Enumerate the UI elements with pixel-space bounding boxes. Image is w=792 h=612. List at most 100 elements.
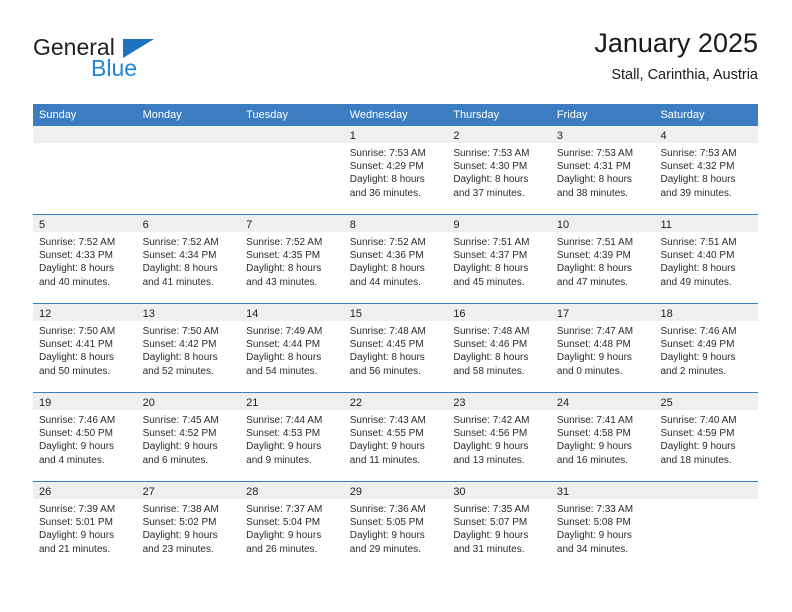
calendar-day-cell[interactable]: 15 Sunrise: 7:48 AM Sunset: 4:45 PM Dayligh… — [343, 304, 448, 392]
daylight-text-line2: and 45 minutes. — [453, 276, 525, 288]
daylight-text-line1: Daylight: 8 hours — [246, 352, 322, 364]
sunrise-text: Sunrise: 7:43 AM — [349, 415, 426, 426]
calendar-day-cell[interactable]: 4 Sunrise: 7:53 AM Sunset: 4:32 PM Daylight… — [654, 126, 759, 214]
sunset-text: Sunset: 4:49 PM — [660, 339, 735, 351]
sunrise-text: Sunrise: 7:33 AM — [556, 504, 634, 515]
day-number: 27 — [142, 486, 155, 498]
calendar-day-cell[interactable]: 1 Sunrise: 7:53 AM Sunset: 4:29 PM Daylight… — [343, 126, 448, 214]
day-number: 8 — [349, 219, 356, 231]
calendar-week-row: 5 Sunrise: 7:52 AM Sunset: 4:33 PM Daylight… — [33, 214, 759, 303]
calendar-day-cell[interactable]: 17 Sunrise: 7:47 AM Sunset: 4:48 PM Dayligh… — [550, 304, 655, 392]
calendar-day-cell[interactable]: 5 Sunrise: 7:52 AM Sunset: 4:33 PM Daylight… — [33, 215, 137, 303]
calendar-day-cell[interactable]: 12 Sunrise: 7:50 AM Sunset: 4:41 PM Dayligh… — [33, 304, 137, 392]
calendar-day-cell[interactable]: 9 Sunrise: 7:51 AM Sunset: 4:37 PM Daylight… — [447, 215, 551, 303]
daylight-text-line1: Daylight: 8 hours — [246, 263, 322, 275]
calendar-day-cell[interactable]: 20 Sunrise: 7:45 AM Sunset: 4:52 PM Dayligh… — [136, 393, 241, 481]
day-number: 10 — [556, 219, 570, 231]
calendar-day-cell[interactable]: 19 Sunrise: 7:46 AM Sunset: 4:50 PM Dayligh… — [33, 393, 137, 481]
day-details: Sunrise: 7:46 AM Sunset: 4:50 PM Daylight:… — [33, 410, 137, 467]
calendar-day-cell[interactable]: 7 Sunrise: 7:52 AM Sunset: 4:35 PM Daylight… — [240, 215, 344, 303]
day-number: 28 — [246, 486, 259, 498]
page-header: General Blue January 2025 Stall, Carinth… — [33, 26, 758, 98]
sunset-text: Sunset: 4:35 PM — [246, 250, 321, 262]
daylight-text-line2: and 16 minutes. — [556, 454, 629, 466]
generalblue-logo[interactable]: General Blue — [33, 34, 253, 90]
sunset-text: Sunset: 5:07 PM — [453, 517, 528, 529]
calendar-day-cell[interactable]: 27 Sunrise: 7:38 AM Sunset: 5:02 PM Dayligh… — [136, 482, 241, 570]
daylight-text-line2: and 29 minutes. — [349, 543, 421, 555]
calendar-day-cell[interactable]: 29 Sunrise: 7:36 AM Sunset: 5:05 PM Dayligh… — [343, 482, 448, 570]
calendar-day-cell[interactable]: 24 Sunrise: 7:41 AM Sunset: 4:58 PM Dayligh… — [550, 393, 655, 481]
daylight-text-line2: and 47 minutes. — [556, 276, 629, 288]
sunset-text: Sunset: 4:44 PM — [246, 339, 321, 351]
sunset-text: Sunset: 4:40 PM — [660, 250, 735, 262]
day-number-band: 21 — [240, 393, 344, 410]
daylight-text-line2: and 38 minutes. — [556, 187, 629, 199]
calendar-day-cell[interactable]: 10 Sunrise: 7:51 AM Sunset: 4:39 PM Dayligh… — [550, 215, 655, 303]
day-details: Sunrise: 7:47 AM Sunset: 4:48 PM Daylight:… — [551, 321, 655, 378]
daylight-text-line1: Daylight: 8 hours — [556, 174, 632, 186]
sunrise-text: Sunrise: 7:49 AM — [246, 326, 323, 337]
day-number-band — [136, 126, 241, 143]
daylight-text-line2: and 11 minutes. — [349, 454, 421, 466]
weekday-header-friday: Friday — [556, 109, 588, 121]
logo-text-blue: Blue — [91, 55, 138, 81]
day-details: Sunrise: 7:49 AM Sunset: 4:44 PM Daylight:… — [240, 321, 344, 378]
calendar-day-cell[interactable]: 16 Sunrise: 7:48 AM Sunset: 4:46 PM Dayligh… — [447, 304, 551, 392]
day-details: Sunrise: 7:42 AM Sunset: 4:56 PM Daylight:… — [447, 410, 551, 467]
daylight-text-line1: Daylight: 8 hours — [349, 174, 425, 186]
sunset-text: Sunset: 4:33 PM — [39, 250, 113, 262]
sunrise-text: Sunrise: 7:51 AM — [660, 237, 737, 248]
sunset-text: Sunset: 4:56 PM — [453, 428, 528, 440]
sunrise-text: Sunrise: 7:45 AM — [142, 415, 219, 426]
day-details: Sunrise: 7:40 AM Sunset: 4:59 PM Daylight:… — [654, 410, 758, 467]
daylight-text-line2: and 21 minutes. — [39, 543, 111, 555]
day-details: Sunrise: 7:35 AM Sunset: 5:07 PM Daylight:… — [447, 499, 551, 556]
daylight-text-line2: and 6 minutes. — [142, 454, 209, 466]
calendar-day-cell[interactable]: 8 Sunrise: 7:52 AM Sunset: 4:36 PM Daylight… — [343, 215, 448, 303]
sunset-text: Sunset: 4:48 PM — [556, 339, 631, 351]
day-number-band — [33, 126, 137, 143]
sunset-text: Sunset: 5:02 PM — [142, 517, 217, 529]
calendar-day-cell[interactable]: 18 Sunrise: 7:46 AM Sunset: 4:49 PM Dayligh… — [654, 304, 759, 392]
sunrise-text: Sunrise: 7:42 AM — [453, 415, 530, 426]
day-number-band: 29 — [343, 482, 448, 499]
sunset-text: Sunset: 4:31 PM — [556, 161, 631, 173]
day-details: Sunrise: 7:39 AM Sunset: 5:01 PM Daylight:… — [33, 499, 137, 556]
calendar-day-cell[interactable]: 14 Sunrise: 7:49 AM Sunset: 4:44 PM Dayligh… — [240, 304, 344, 392]
day-number-band: 14 — [240, 304, 344, 321]
sunset-text: Sunset: 4:52 PM — [142, 428, 217, 440]
calendar-day-cell[interactable]: 11 Sunrise: 7:51 AM Sunset: 4:40 PM Dayligh… — [654, 215, 759, 303]
daylight-text-line1: Daylight: 8 hours — [556, 263, 632, 275]
daylight-text-line2: and 49 minutes. — [660, 276, 732, 288]
daylight-text-line1: Daylight: 8 hours — [660, 263, 736, 275]
calendar-day-cell[interactable]: 25 Sunrise: 7:40 AM Sunset: 4:59 PM Dayligh… — [654, 393, 759, 481]
calendar-day-cell[interactable]: 30 Sunrise: 7:35 AM Sunset: 5:07 PM Dayligh… — [447, 482, 551, 570]
day-number-band: 26 — [33, 482, 137, 499]
day-number: 11 — [660, 219, 672, 231]
calendar-day-cell[interactable]: 23 Sunrise: 7:42 AM Sunset: 4:56 PM Dayligh… — [447, 393, 551, 481]
day-number: 18 — [660, 308, 673, 320]
daylight-text-line1: Daylight: 8 hours — [453, 174, 529, 186]
calendar-day-cell[interactable]: 21 Sunrise: 7:44 AM Sunset: 4:53 PM Dayligh… — [240, 393, 344, 481]
calendar-day-cell[interactable]: 31 Sunrise: 7:33 AM Sunset: 5:08 PM Dayligh… — [550, 482, 655, 570]
calendar-day-cell-empty — [240, 126, 344, 214]
daylight-text-line1: Daylight: 9 hours — [246, 530, 322, 542]
calendar-day-cell[interactable]: 26 Sunrise: 7:39 AM Sunset: 5:01 PM Dayligh… — [33, 482, 137, 570]
sunrise-text: Sunrise: 7:52 AM — [39, 237, 116, 248]
sunset-text: Sunset: 4:58 PM — [556, 428, 631, 440]
sunrise-text: Sunrise: 7:52 AM — [246, 237, 323, 248]
calendar-day-cell[interactable]: 2 Sunrise: 7:53 AM Sunset: 4:30 PM Daylight… — [447, 126, 551, 214]
calendar-day-cell[interactable]: 13 Sunrise: 7:50 AM Sunset: 4:42 PM Dayligh… — [136, 304, 241, 392]
daylight-text-line2: and 34 minutes. — [556, 543, 629, 555]
day-number-band: 28 — [240, 482, 344, 499]
day-number: 13 — [142, 308, 155, 320]
day-number-band: 13 — [136, 304, 241, 321]
calendar-day-cell[interactable]: 28 Sunrise: 7:37 AM Sunset: 5:04 PM Dayligh… — [240, 482, 344, 570]
sunset-text: Sunset: 4:53 PM — [246, 428, 321, 440]
calendar-day-cell[interactable]: 6 Sunrise: 7:52 AM Sunset: 4:34 PM Daylight… — [136, 215, 241, 303]
day-number: 12 — [39, 308, 52, 320]
calendar-day-cell[interactable]: 22 Sunrise: 7:43 AM Sunset: 4:55 PM Dayligh… — [343, 393, 448, 481]
sunrise-text: Sunrise: 7:46 AM — [39, 415, 116, 426]
calendar-day-cell[interactable]: 3 Sunrise: 7:53 AM Sunset: 4:31 PM Daylight… — [550, 126, 655, 214]
